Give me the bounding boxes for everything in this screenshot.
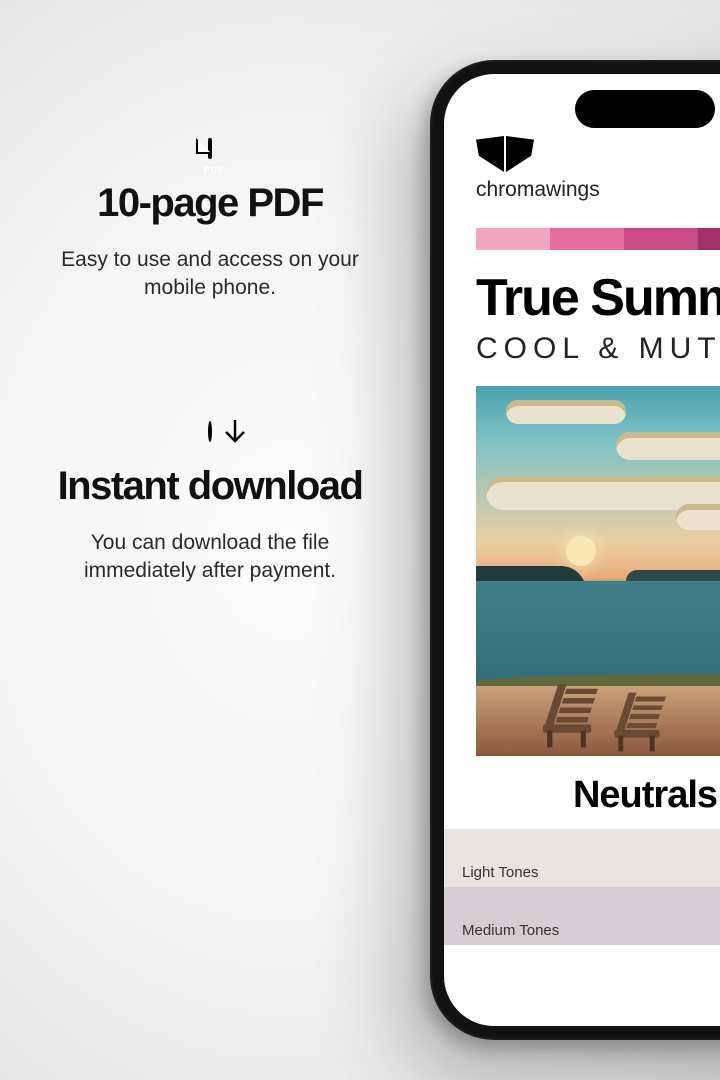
pdf-file-icon (208, 140, 212, 158)
feature-download: Instant download You can download the fi… (40, 423, 380, 586)
feature-pdf-title: 10-page PDF (40, 182, 380, 224)
phone-notch (575, 90, 715, 128)
phone-mockup: chromawings True Summer COOL & MUTED (430, 60, 720, 1040)
document-preview: chromawings True Summer COOL & MUTED (444, 74, 720, 1026)
cover-illustration (476, 386, 720, 756)
feature-download-title: Instant download (40, 465, 380, 507)
palette-strip (476, 228, 720, 250)
tone-light-label: Light Tones (462, 864, 538, 881)
feature-column: 10-page PDF Easy to use and access on yo… (40, 140, 380, 705)
tone-row-light: Light Tones (444, 829, 720, 887)
section-title-neutrals: Neutrals (444, 756, 720, 829)
phone-screen: chromawings True Summer COOL & MUTED (444, 74, 720, 1026)
feature-download-desc: You can download the file immediately af… (40, 529, 380, 586)
tone-medium-label: Medium Tones (462, 922, 559, 939)
brand-name: chromawings (476, 178, 720, 202)
tone-row-medium: Medium Tones (444, 887, 720, 945)
feature-pdf: 10-page PDF Easy to use and access on yo… (40, 140, 380, 303)
document-title: True Summer (444, 268, 720, 328)
feature-pdf-desc: Easy to use and access on your mobile ph… (40, 246, 380, 303)
document-subtitle: COOL & MUTED (444, 328, 720, 386)
butterfly-logo-icon (476, 136, 720, 172)
download-icon (208, 423, 212, 441)
